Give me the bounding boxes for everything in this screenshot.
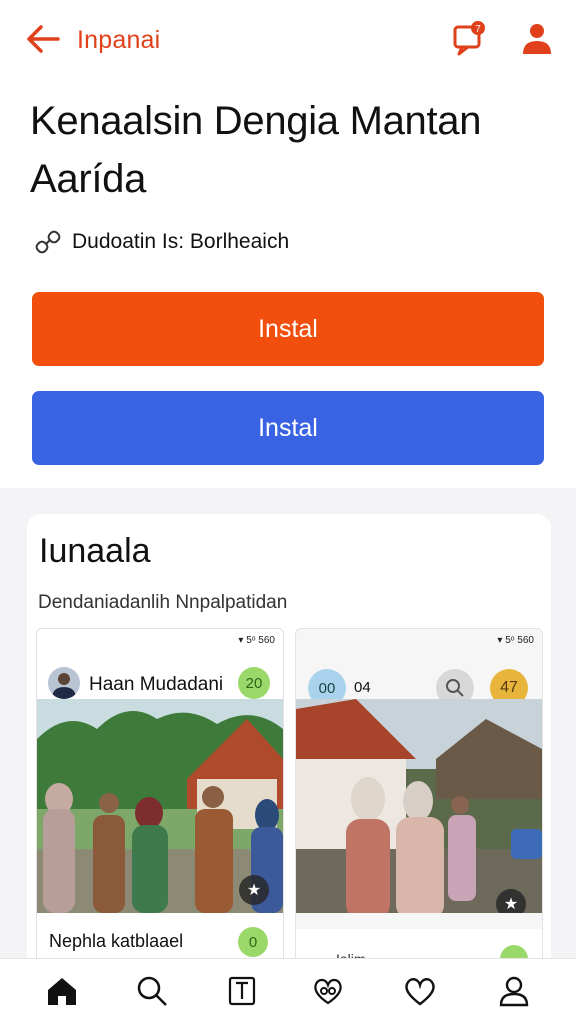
nav-home[interactable] (42, 971, 82, 1011)
post-caption: Nephla katblaael (49, 931, 184, 951)
notification-icon[interactable]: 7 (450, 20, 488, 58)
install-button-secondary[interactable]: Instal (32, 391, 544, 465)
nav-profile[interactable] (494, 971, 534, 1011)
preview-heading: Iunaala (39, 532, 151, 570)
counter-value: 04 (354, 679, 371, 696)
screenshot-1[interactable]: ▾ 5ᵒ 560 Haan Mudadani 20 ★ Nephla katbl… (36, 628, 284, 974)
preview-subheading: Dendaniadanlih Nnpalpatidan (38, 592, 288, 613)
top-bar: Inpanai 7 (0, 0, 576, 80)
stats-header: 00 04 47 (296, 647, 542, 707)
nav-search[interactable] (132, 971, 172, 1011)
person-icon (48, 667, 80, 699)
status-bar: ▾ 5ᵒ 560 (497, 635, 534, 646)
community-icon (314, 978, 342, 1005)
developer-row[interactable]: Dudoatin Is: Borlheaich (34, 226, 289, 258)
screenshot-2[interactable]: ▾ 5ᵒ 560 00 04 47 ★ (295, 628, 543, 974)
app-title: Kenaalsin Dengia Mantan Aarída (30, 99, 482, 201)
user-name: Haan Mudadani (89, 674, 224, 695)
status-badge: 20 (238, 667, 270, 699)
group-photo: ★ (37, 699, 283, 913)
library-icon (228, 976, 256, 1006)
post-header: Haan Mudadani 20 (37, 647, 283, 699)
preview-card: Iunaala Dendaniadanlih Nnpalpatidan ▾ 5ᵒ… (27, 514, 551, 974)
search-icon (137, 976, 167, 1006)
home-icon (48, 978, 76, 1005)
pin-icon[interactable]: ★ (496, 889, 526, 913)
bottom-nav (0, 958, 576, 1025)
nav-community[interactable] (308, 971, 348, 1011)
install-button[interactable]: Instal (32, 292, 544, 366)
back-arrow-icon[interactable] (26, 24, 60, 54)
caption-badge: 0 (238, 927, 268, 957)
heart-icon (405, 978, 435, 1006)
avatar[interactable] (48, 667, 80, 699)
family-photo: ★ (296, 699, 542, 913)
pin-icon[interactable]: ★ (239, 875, 269, 905)
link-icon (35, 230, 61, 254)
profile-icon (499, 976, 529, 1007)
app-name: Inpanai (77, 26, 161, 54)
notification-count: 7 (475, 24, 481, 35)
status-bar: ▾ 5ᵒ 560 (238, 635, 275, 646)
account-icon[interactable] (518, 20, 556, 58)
nav-library[interactable] (222, 971, 262, 1011)
developer-name: Dudoatin Is: Borlheaich (72, 230, 290, 253)
nav-favorites[interactable] (400, 971, 440, 1011)
